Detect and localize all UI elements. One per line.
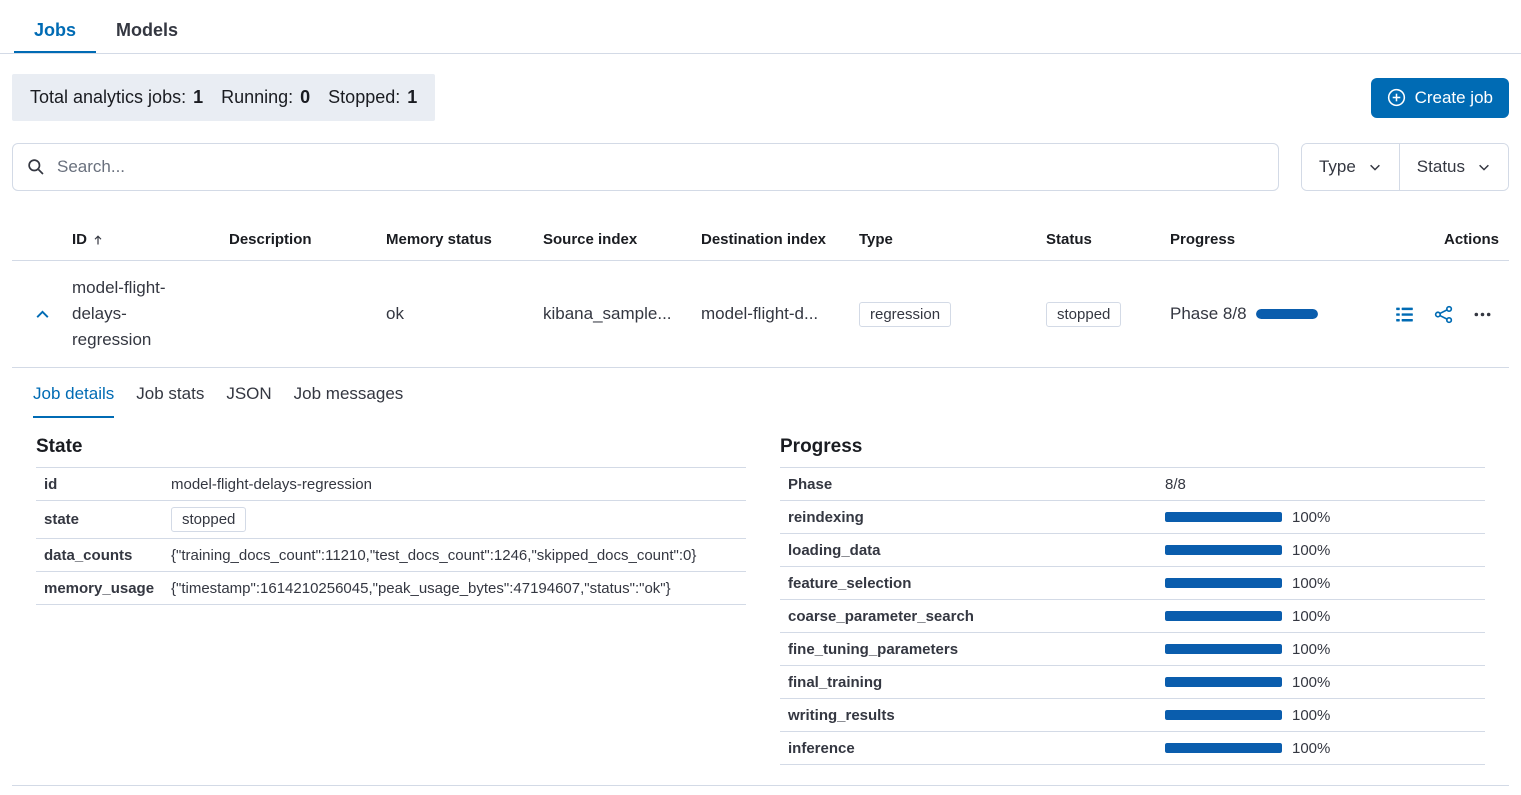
tab-models[interactable]: Models (96, 10, 198, 53)
progress-title: Progress (780, 436, 1485, 458)
header-type[interactable]: Type (859, 231, 1046, 248)
state-row-state: state stopped (36, 501, 746, 539)
state-section: State id model-flight-delays-regression … (36, 422, 746, 765)
row-progress-bar (1256, 309, 1318, 319)
stats-bar: Total analytics jobs: 1 Running: 0 Stopp… (12, 74, 435, 121)
search-row: Type Status (0, 121, 1521, 191)
phase-value: 8/8 (1165, 470, 1186, 499)
progress-row-final-training: final_training 100% (780, 666, 1485, 699)
view-job-button[interactable] (1392, 302, 1417, 327)
type-filter-button[interactable]: Type (1302, 144, 1399, 190)
chevron-down-icon (1477, 160, 1491, 174)
ellipsis-icon (1473, 305, 1492, 324)
progress-bar (1165, 545, 1282, 555)
job-destination-index-cell: model-flight-d... (701, 304, 859, 324)
progress-section: Progress Phase 8/8 reindexing 100% loadi… (780, 422, 1485, 765)
progress-bar (1165, 578, 1282, 588)
table-view-icon (1395, 305, 1414, 324)
header-destination-index[interactable]: Destination index (701, 231, 859, 248)
header-memory-status[interactable]: Memory status (386, 231, 543, 248)
filter-group: Type Status (1301, 143, 1509, 191)
tab-json[interactable]: JSON (226, 384, 271, 418)
total-jobs-label: Total analytics jobs: (30, 87, 186, 108)
job-progress-cell: Phase 8/8 (1170, 304, 1390, 324)
progress-bar (1165, 677, 1282, 687)
progress-row-fine-tuning-parameters: fine_tuning_parameters 100% (780, 633, 1485, 666)
progress-bar (1165, 611, 1282, 621)
tab-job-messages[interactable]: Job messages (294, 384, 404, 418)
search-input[interactable] (57, 157, 1264, 177)
search-icon (27, 158, 45, 176)
progress-row-inference: inference 100% (780, 732, 1485, 765)
chevron-down-icon (1368, 160, 1382, 174)
state-row-id: id model-flight-delays-regression (36, 468, 746, 501)
search-box (12, 143, 1279, 191)
state-table: id model-flight-delays-regression state … (36, 467, 746, 605)
create-job-button[interactable]: Create job (1371, 78, 1509, 118)
status-badge: stopped (1046, 302, 1121, 327)
table-header-row: ID Description Memory status Source inde… (12, 225, 1509, 261)
job-type-cell: regression (859, 302, 1046, 327)
tab-job-details[interactable]: Job details (33, 384, 114, 418)
tab-jobs[interactable]: Jobs (14, 10, 96, 53)
total-jobs-value: 1 (193, 87, 203, 108)
status-filter-label: Status (1417, 157, 1465, 177)
collapse-row-button[interactable] (30, 302, 55, 327)
main-tabs: Jobs Models (0, 0, 1521, 54)
running-value: 0 (300, 87, 310, 108)
type-filter-label: Type (1319, 157, 1356, 177)
job-source-index-cell: kibana_sample... (543, 304, 701, 324)
state-stopped-badge: stopped (171, 507, 246, 532)
header-source-index[interactable]: Source index (543, 231, 701, 248)
create-job-label: Create job (1415, 88, 1493, 108)
job-details-panel: Job details Job stats JSON Job messages … (12, 368, 1509, 786)
header-status[interactable]: Status (1046, 231, 1170, 248)
state-row-data-counts: data_counts {"training_docs_count":11210… (36, 539, 746, 572)
progress-row-writing-results: writing_results 100% (780, 699, 1485, 732)
status-filter-button[interactable]: Status (1399, 144, 1508, 190)
header-description[interactable]: Description (229, 231, 386, 248)
type-badge: regression (859, 302, 951, 327)
progress-row-phase: Phase 8/8 (780, 468, 1485, 501)
jobs-table: ID Description Memory status Source inde… (12, 225, 1509, 786)
state-title: State (36, 436, 746, 458)
header-progress[interactable]: Progress (1170, 231, 1390, 248)
progress-bar (1165, 743, 1282, 753)
progress-row-feature-selection: feature_selection 100% (780, 567, 1485, 600)
analytics-map-icon (1434, 305, 1453, 324)
stopped-value: 1 (407, 87, 417, 108)
job-actions-cell (1390, 302, 1509, 327)
job-id-cell: model-flight-delays-regression (72, 275, 229, 353)
progress-bar (1165, 512, 1282, 522)
header-id[interactable]: ID (72, 231, 229, 248)
detail-content: State id model-flight-delays-regression … (12, 418, 1509, 765)
more-actions-button[interactable] (1470, 302, 1495, 327)
sort-asc-icon (92, 234, 104, 246)
job-status-cell: stopped (1046, 302, 1170, 327)
progress-row-reindexing: reindexing 100% (780, 501, 1485, 534)
progress-row-coarse-parameter-search: coarse_parameter_search 100% (780, 600, 1485, 633)
expand-cell (12, 302, 72, 327)
stopped-label: Stopped: (328, 87, 400, 108)
progress-bar (1165, 644, 1282, 654)
detail-tabs: Job details Job stats JSON Job messages (12, 368, 1509, 418)
job-memory-status-cell: ok (386, 304, 543, 324)
job-row: model-flight-delays-regression ok kibana… (12, 261, 1509, 368)
plus-circle-icon (1387, 88, 1406, 107)
tab-job-stats[interactable]: Job stats (136, 384, 204, 418)
progress-bar (1165, 710, 1282, 720)
progress-phase-label: Phase 8/8 (1170, 304, 1247, 324)
progress-row-loading-data: loading_data 100% (780, 534, 1485, 567)
running-label: Running: (221, 87, 293, 108)
progress-table: Phase 8/8 reindexing 100% loading_data 1… (780, 467, 1485, 765)
state-row-memory-usage: memory_usage {"timestamp":1614210256045,… (36, 572, 746, 605)
analytics-map-button[interactable] (1431, 302, 1456, 327)
header-actions: Actions (1390, 231, 1509, 248)
stats-row: Total analytics jobs: 1 Running: 0 Stopp… (0, 54, 1521, 121)
